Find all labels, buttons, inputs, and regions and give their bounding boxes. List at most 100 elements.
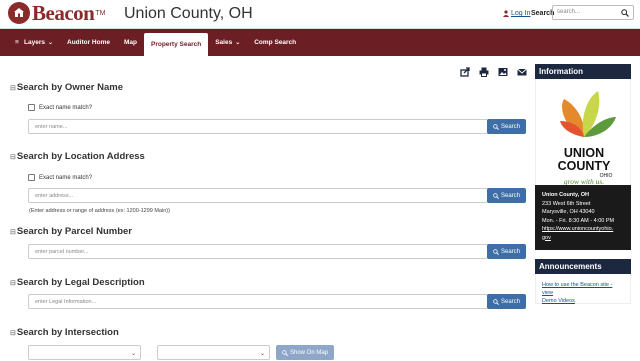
intersection-title-text: Search by Intersection bbox=[16, 327, 119, 338]
nav-sales[interactable]: Sales ⌄ bbox=[208, 29, 247, 56]
legal-info-placeholder: enter Legal Information... bbox=[35, 299, 97, 305]
information-heading: Information bbox=[535, 64, 631, 79]
chevron-down-icon: ⌄ bbox=[47, 40, 53, 46]
contact-city: Marysville, OH 43040 bbox=[542, 209, 595, 215]
parcel-section-title[interactable]: ⊟ Search by Parcel Number bbox=[10, 226, 132, 237]
location-search-label: Search bbox=[500, 192, 520, 199]
owner-title-text: Search by Owner Name bbox=[16, 82, 124, 93]
search-icon bbox=[493, 248, 499, 255]
beacon-seal-icon bbox=[8, 2, 30, 24]
announcements-heading: Announcements bbox=[535, 259, 631, 274]
contact-name: Union County, OH bbox=[542, 192, 589, 198]
intersection-street-2-select[interactable]: ⌄ bbox=[157, 345, 270, 360]
nav-property-search[interactable]: Property Search bbox=[143, 33, 209, 56]
legal-section-title[interactable]: ⊟ Search by Legal Description bbox=[10, 277, 145, 288]
top-header: Beacon TM Union County, OH Log In Search … bbox=[0, 0, 640, 29]
nav-map[interactable]: Map bbox=[117, 29, 144, 56]
top-search-input[interactable]: search... bbox=[552, 5, 634, 20]
location-title-text: Search by Location Address bbox=[16, 151, 145, 162]
nav-auditor-home[interactable]: Auditor Home bbox=[60, 29, 117, 56]
owner-exact-match[interactable]: Exact name match? bbox=[28, 104, 92, 111]
user-icon bbox=[503, 10, 509, 17]
print-icon[interactable] bbox=[479, 67, 489, 77]
share-icon[interactable] bbox=[460, 67, 470, 77]
contact-street: 233 West 6th Street bbox=[542, 200, 591, 207]
parcel-number-input[interactable]: enter parcel number... bbox=[28, 244, 488, 259]
owner-name-placeholder: enter name... bbox=[35, 124, 68, 130]
nav-layers[interactable]: ≡ Layers ⌄ bbox=[8, 29, 60, 56]
search-label: Search bbox=[531, 10, 555, 17]
page-tools bbox=[460, 67, 527, 77]
legal-title-text: Search by Legal Description bbox=[16, 277, 145, 288]
beacon-logo[interactable]: Beacon TM bbox=[8, 0, 106, 25]
search-icon[interactable] bbox=[621, 9, 629, 17]
chevron-down-icon: ⌄ bbox=[235, 40, 241, 46]
county-contact-block: Union County, OH 233 West 6th Street Mar… bbox=[535, 185, 631, 250]
login-label: Log In bbox=[511, 10, 531, 17]
nav-comp-search[interactable]: Comp Search bbox=[247, 29, 303, 56]
county-website-link-cont[interactable]: gov bbox=[542, 234, 624, 243]
legal-search-label: Search bbox=[500, 298, 520, 305]
nav-auditor-home-label: Auditor Home bbox=[67, 39, 110, 46]
nav-layers-label: Layers bbox=[24, 39, 45, 46]
search-icon bbox=[493, 192, 499, 199]
intersection-section-title[interactable]: ⊟ Search by Intersection bbox=[10, 327, 119, 338]
announcement-link[interactable]: How to use the Beacon site - view Demo V… bbox=[535, 274, 631, 304]
top-search-placeholder: search... bbox=[557, 9, 581, 15]
parcel-search-label: Search bbox=[500, 248, 520, 255]
logo-union: UNION bbox=[564, 146, 604, 160]
owner-exact-label: Exact name match? bbox=[39, 104, 93, 111]
location-address-input[interactable]: enter address... bbox=[28, 188, 488, 203]
logo-tagline: grow with us. bbox=[564, 177, 604, 185]
show-on-map-button[interactable]: Show On Map bbox=[276, 345, 334, 360]
announcement-link-line1[interactable]: How to use the Beacon site - view bbox=[542, 281, 624, 297]
nav-property-search-label: Property Search bbox=[150, 41, 202, 48]
owner-name-input[interactable]: enter name... bbox=[28, 119, 488, 134]
logo-county: COUNTY bbox=[558, 159, 611, 173]
owner-search-button[interactable]: Search bbox=[487, 119, 526, 134]
owner-search-label: Search bbox=[500, 123, 520, 130]
county-logo: UNION COUNTY OHIO grow with us. bbox=[535, 79, 631, 186]
chevron-down-icon: ⌄ bbox=[259, 351, 265, 357]
search-icon bbox=[282, 349, 288, 356]
leaf-logo-icon: UNION COUNTY OHIO grow with us. bbox=[558, 91, 616, 186]
location-exact-match[interactable]: Exact name match? bbox=[28, 174, 92, 181]
login-link[interactable]: Log In bbox=[503, 10, 530, 17]
chevron-down-icon: ⌄ bbox=[130, 351, 136, 357]
parcel-search-button[interactable]: Search bbox=[487, 244, 526, 259]
owner-exact-checkbox[interactable] bbox=[28, 104, 35, 111]
nav-comp-search-label: Comp Search bbox=[254, 39, 297, 46]
nav-map-label: Map bbox=[123, 39, 137, 46]
email-icon[interactable] bbox=[517, 67, 527, 77]
page-county-title: Union County, OH bbox=[124, 5, 253, 22]
sidebar: Information UNION COUNTY OHIO grow with … bbox=[535, 64, 631, 304]
image-icon[interactable] bbox=[498, 67, 508, 77]
legal-info-input[interactable]: enter Legal Information... bbox=[28, 294, 488, 309]
intersection-street-1-select[interactable]: ⌄ bbox=[28, 345, 141, 360]
location-exact-checkbox[interactable] bbox=[28, 174, 35, 181]
location-address-placeholder: enter address... bbox=[35, 193, 74, 199]
county-website-link[interactable]: https://www.unioncountyohio. bbox=[542, 225, 624, 234]
parcel-title-text: Search by Parcel Number bbox=[16, 226, 132, 237]
collapse-icon[interactable]: ⊟ bbox=[10, 279, 16, 287]
collapse-icon[interactable]: ⊟ bbox=[10, 228, 16, 236]
show-on-map-label: Show On Map bbox=[289, 349, 329, 356]
legal-search-button[interactable]: Search bbox=[487, 294, 526, 309]
address-hint: (Enter address or range of address (ex: … bbox=[29, 208, 170, 214]
location-exact-label: Exact name match? bbox=[39, 174, 93, 181]
parcel-number-placeholder: enter parcel number... bbox=[35, 249, 89, 255]
owner-section-title[interactable]: ⊟ Search by Owner Name bbox=[10, 82, 123, 93]
trademark: TM bbox=[95, 9, 106, 17]
layers-icon: ≡ bbox=[15, 39, 19, 46]
contact-hours: Mon. - Fri. 8:30 AM - 4:00 PM bbox=[542, 217, 615, 224]
location-search-button[interactable]: Search bbox=[487, 188, 526, 203]
nav-sales-label: Sales bbox=[215, 39, 233, 46]
search-icon bbox=[493, 298, 499, 305]
location-section-title[interactable]: ⊟ Search by Location Address bbox=[10, 151, 145, 162]
collapse-icon[interactable]: ⊟ bbox=[10, 329, 16, 337]
brand-name: Beacon bbox=[32, 0, 95, 25]
search-icon bbox=[493, 123, 499, 130]
collapse-icon[interactable]: ⊟ bbox=[10, 84, 16, 92]
collapse-icon[interactable]: ⊟ bbox=[10, 153, 16, 161]
announcement-link-line2[interactable]: Demo Videos bbox=[542, 297, 624, 305]
